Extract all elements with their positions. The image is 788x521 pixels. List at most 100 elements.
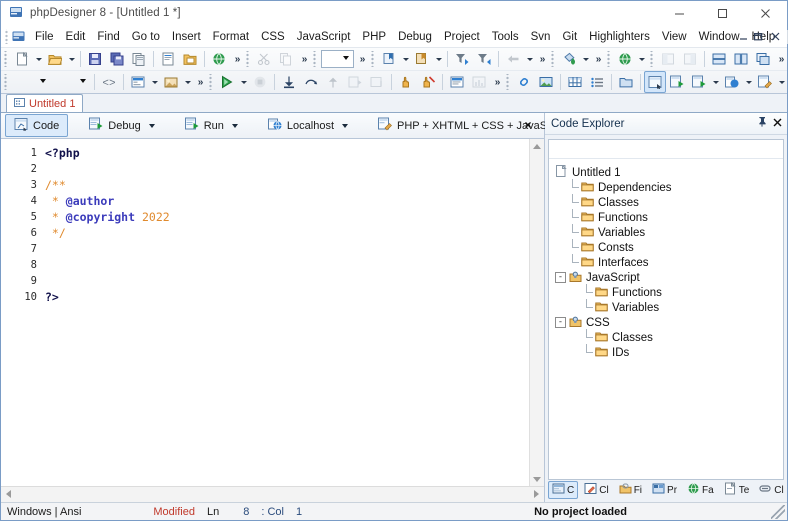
menu-grip[interactable] (4, 29, 9, 44)
debug-view-button[interactable] (666, 71, 688, 93)
document-tab-untitled-1[interactable]: Untitled 1 (6, 94, 84, 112)
menu-item-javascript[interactable]: JavaScript (291, 29, 357, 45)
menu-item-svn[interactable]: Svn (525, 29, 557, 45)
toolbar-grip[interactable] (550, 51, 556, 67)
menu-item-tools[interactable]: Tools (486, 29, 525, 45)
tree-item-interfaces[interactable]: Interfaces (555, 254, 783, 270)
menu-item-debug[interactable]: Debug (392, 29, 438, 45)
insert-media-dropdown[interactable] (182, 72, 193, 92)
view-button-run[interactable]: Run (176, 114, 247, 137)
back-dropdown[interactable] (524, 49, 535, 69)
syntax-check-dropdown[interactable] (580, 49, 591, 69)
save-all-button[interactable] (106, 48, 128, 70)
bookmark-goto-dropdown[interactable] (433, 49, 444, 69)
insert-list-button[interactable] (586, 71, 608, 93)
dock-tab-clipboard[interactable]: Cl (755, 481, 787, 499)
mdi-restore-icon[interactable] (751, 28, 767, 46)
menu-item-insert[interactable]: Insert (166, 29, 207, 45)
row2-overflow-1[interactable]: » (193, 72, 206, 92)
row1-overflow-4[interactable]: » (535, 49, 548, 69)
preview-browser-dropdown[interactable] (636, 49, 647, 69)
font-name-combo[interactable] (52, 74, 90, 90)
close-icon[interactable] (744, 1, 787, 25)
dock-tab-globe[interactable]: Fa (683, 481, 718, 499)
toggle-breakpoint-button[interactable] (395, 71, 417, 93)
dock-tab-pencil[interactable]: Cl (580, 481, 612, 499)
dock-tab-code-explorer[interactable]: C (548, 481, 579, 499)
tile-vertical-button[interactable] (730, 48, 752, 70)
menu-item-find[interactable]: Find (91, 29, 125, 45)
step-into-button[interactable] (278, 71, 300, 93)
new-project-button[interactable] (615, 71, 637, 93)
menu-item-edit[interactable]: Edit (60, 29, 92, 45)
bookmark-dropdown[interactable] (400, 49, 411, 69)
tree-item-consts[interactable]: Consts (555, 239, 783, 255)
toolbar-grip[interactable] (312, 51, 318, 67)
tree-item-variables[interactable]: Variables (555, 299, 783, 315)
tree-item-ids[interactable]: IDs (555, 344, 783, 360)
dock-tab-file-explorer[interactable]: Fi (615, 481, 646, 499)
row1-overflow-5[interactable]: » (591, 49, 604, 69)
preview-browser-button[interactable] (614, 48, 636, 70)
menu-item-file[interactable]: File (29, 29, 60, 45)
row1-overflow-2[interactable]: » (297, 49, 310, 69)
clear-breakpoints-button[interactable] (417, 71, 439, 93)
tree-expander-icon[interactable]: - (555, 272, 566, 283)
scroll-up-icon[interactable] (530, 139, 544, 153)
run-view-dropdown[interactable] (710, 72, 721, 92)
code-editor[interactable]: 1 2 3 4 5 6 7 8 9 10 <?php /** * @author * @copyr… (1, 139, 529, 486)
tree-item-javascript[interactable]: - JavaScript (555, 270, 783, 285)
tree-item-classes[interactable]: Classes (555, 194, 783, 210)
run-view-button[interactable] (688, 71, 710, 93)
insert-link-button[interactable] (513, 71, 535, 93)
row1-overflow-3[interactable]: » (355, 49, 368, 69)
find-combo[interactable] (321, 50, 354, 68)
view-button-localhost-dropdown-icon[interactable] (342, 123, 348, 128)
cascade-button[interactable] (752, 48, 774, 70)
mdi-close-icon[interactable] (767, 28, 783, 46)
mdi-minimize-icon[interactable] (735, 28, 751, 46)
menu-item-git[interactable]: Git (556, 29, 583, 45)
tree-item-css[interactable]: - CSS (555, 315, 783, 330)
menu-item-highlighters[interactable]: Highlighters (583, 29, 656, 45)
view-button-debug[interactable]: Debug (80, 114, 163, 137)
toolbar-grip[interactable] (370, 51, 376, 67)
editor-vertical-scrollbar[interactable] (529, 139, 544, 486)
toolbar-grip[interactable] (505, 74, 511, 90)
new-file-dropdown[interactable] (33, 49, 44, 69)
tree-expander-icon[interactable]: - (555, 317, 566, 328)
debug-window-button[interactable] (446, 71, 468, 93)
tree-item-variables[interactable]: Variables (555, 224, 783, 240)
row1-overflow-6[interactable]: » (774, 49, 787, 69)
filter-next-button[interactable] (451, 48, 473, 70)
localhost-button[interactable] (721, 71, 743, 93)
run-debug-button[interactable] (216, 71, 238, 93)
highlighter-dropdown[interactable] (776, 72, 787, 92)
bookmark-toggle-button[interactable] (378, 48, 400, 70)
bookmark-goto-button[interactable] (411, 48, 433, 70)
view-button-code[interactable]: Code (5, 114, 69, 137)
menu-item-go-to[interactable]: Go to (126, 29, 166, 45)
row1-overflow-1[interactable]: » (230, 49, 243, 69)
find-combo-arrow-icon[interactable] (339, 51, 352, 65)
resize-grip[interactable] (771, 504, 785, 519)
tree-item-functions[interactable]: Functions (555, 284, 783, 300)
minimize-icon[interactable] (658, 1, 701, 25)
new-file-button[interactable] (11, 48, 33, 70)
menu-item-view[interactable]: View (656, 29, 693, 45)
row2-overflow-2[interactable]: » (490, 72, 503, 92)
save-copy-button[interactable] (128, 48, 150, 70)
scroll-down-icon[interactable] (530, 472, 544, 486)
run-debug-dropdown[interactable] (238, 72, 249, 92)
browse-button[interactable] (208, 48, 230, 70)
pin-icon[interactable] (757, 116, 767, 130)
insert-form-dropdown[interactable] (149, 72, 160, 92)
close-document-button[interactable]: × (521, 118, 535, 132)
dock-tab-templates[interactable]: Te (720, 481, 754, 499)
menu-item-format[interactable]: Format (207, 29, 255, 45)
close-icon[interactable] (773, 118, 782, 128)
insert-form-button[interactable] (127, 71, 149, 93)
insert-tag-button[interactable]: <> (98, 71, 120, 93)
localhost-dropdown[interactable] (743, 72, 754, 92)
code-explorer-tree[interactable]: Untitled 1 Dependencies Classes Functions Va… (549, 159, 783, 360)
